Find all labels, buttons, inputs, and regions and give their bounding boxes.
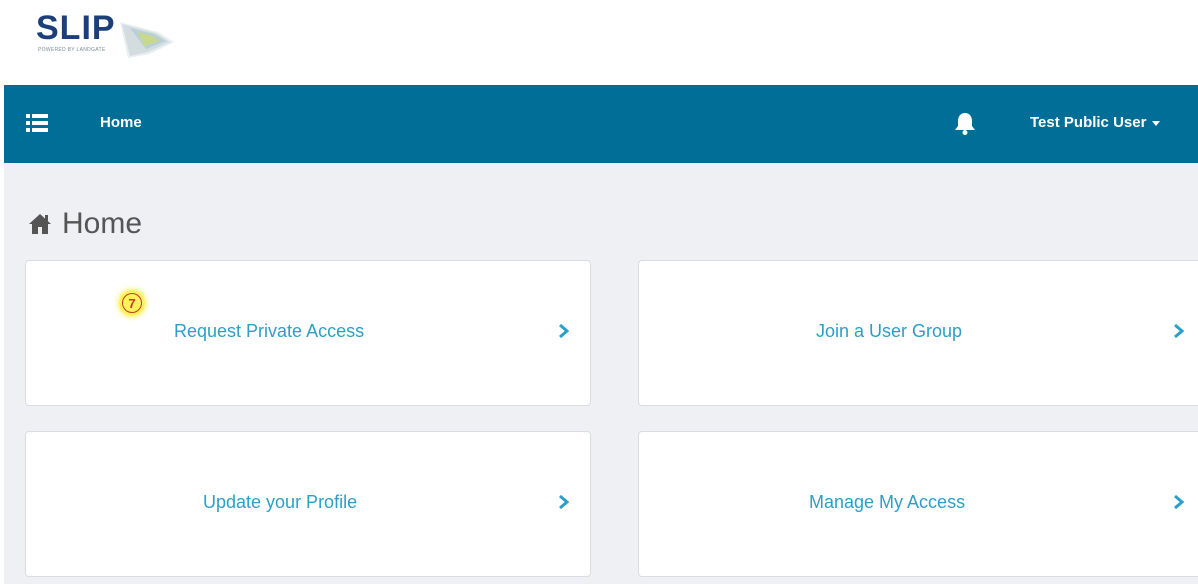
- home-icon: [29, 214, 51, 234]
- chevron-right-icon: [1174, 323, 1185, 339]
- slip-logo[interactable]: SLIP POWERED BY LANDGATE: [36, 8, 186, 64]
- request-private-access-card[interactable]: Request Private Access: [25, 260, 591, 406]
- chevron-right-icon: [559, 323, 570, 339]
- chevron-right-icon: [1174, 494, 1185, 510]
- join-user-group-card[interactable]: Join a User Group: [638, 260, 1198, 406]
- card-label: Request Private Access: [174, 321, 365, 341]
- main-content: Home Request Private Access Join a User …: [4, 163, 1198, 584]
- page-title-text: Home: [62, 207, 143, 240]
- step-marker-label: 7: [122, 293, 142, 313]
- card-label: Manage My Access: [809, 492, 966, 512]
- card-label: Update your Profile: [203, 492, 358, 512]
- manage-my-access-card[interactable]: Manage My Access: [638, 431, 1198, 577]
- chevron-down-icon: [1152, 120, 1161, 126]
- page-title: Home: [28, 207, 142, 241]
- user-menu[interactable]: Test Public User: [1030, 114, 1161, 131]
- update-profile-card[interactable]: Update your Profile: [25, 431, 591, 577]
- chevron-right-icon: [559, 494, 570, 510]
- nav-home-link[interactable]: Home: [100, 114, 142, 131]
- logo-swoosh-icon: [120, 22, 174, 58]
- top-navbar: Home Test Public User: [4, 85, 1198, 163]
- logo-text: SLIP: [36, 9, 116, 47]
- logo-subtitle: POWERED BY LANDGATE: [38, 47, 106, 53]
- card-label: Join a User Group: [816, 321, 963, 341]
- bell-icon[interactable]: [954, 111, 976, 135]
- user-name: Test Public User: [1030, 114, 1147, 131]
- step-marker: 7: [119, 290, 145, 316]
- logo-band: SLIP POWERED BY LANDGATE: [0, 0, 1198, 85]
- list-icon[interactable]: [26, 113, 48, 133]
